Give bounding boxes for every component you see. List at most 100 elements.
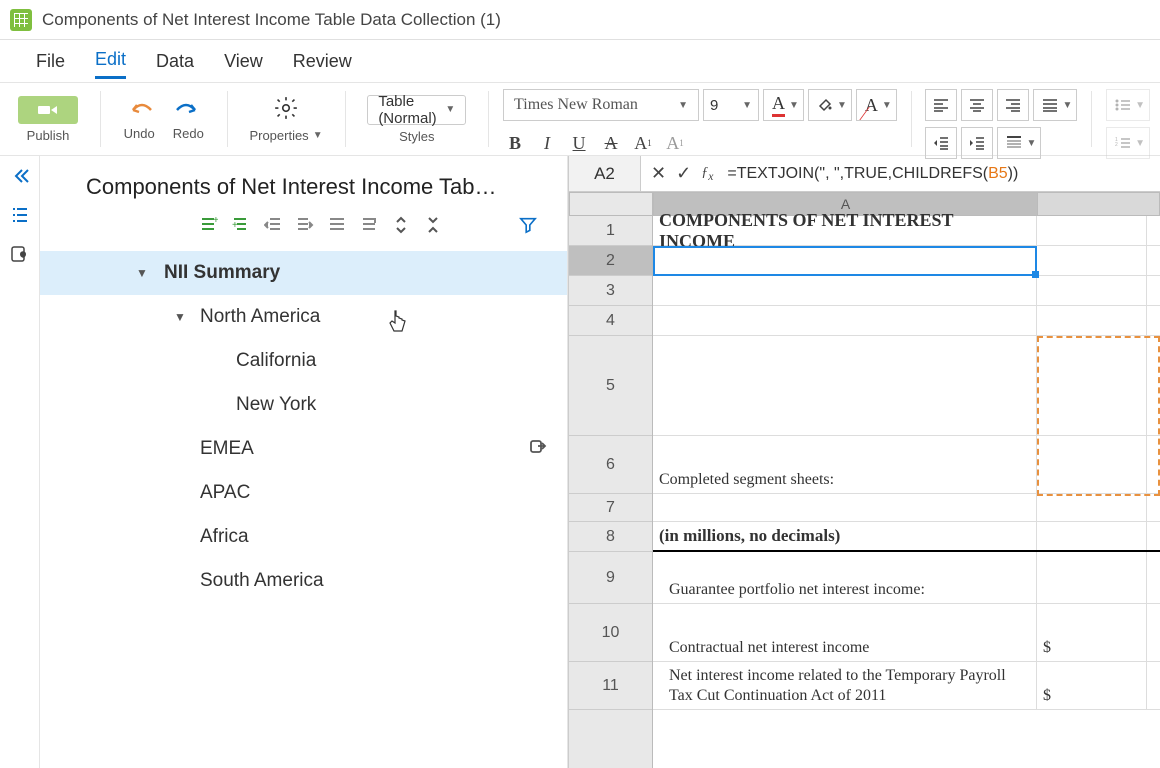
fx-icon[interactable]: ƒx bbox=[701, 165, 713, 183]
menu-edit[interactable]: Edit bbox=[95, 43, 126, 79]
row-header-6[interactable]: 6 bbox=[569, 436, 652, 494]
font-size-dropdown[interactable]: 9▼ bbox=[703, 89, 759, 121]
cell-a9[interactable]: Guarantee portfolio net interest income: bbox=[653, 552, 1037, 603]
italic-button[interactable]: I bbox=[535, 131, 559, 155]
formula-input[interactable]: =TEXTJOIN(", ",TRUE,CHILDREFS(B5)) bbox=[723, 165, 1018, 183]
caret-down-icon[interactable]: ▼ bbox=[174, 310, 186, 324]
menu-view[interactable]: View bbox=[224, 45, 263, 78]
cell-a3[interactable] bbox=[653, 276, 1037, 305]
cell-a2[interactable] bbox=[653, 246, 1037, 275]
publish-button[interactable] bbox=[18, 96, 78, 124]
collapse-rail-button[interactable] bbox=[10, 166, 30, 189]
grid[interactable]: A 1 2 3 4 5 6 7 8 9 10 11 COMPONENTS OF … bbox=[569, 192, 1160, 768]
tree-node-california[interactable]: California bbox=[40, 339, 567, 383]
align-left-button[interactable] bbox=[925, 89, 957, 121]
tree-node-emea[interactable]: EMEA bbox=[40, 427, 567, 471]
align-justify-button[interactable]: ▼ bbox=[1033, 89, 1077, 121]
collapse-all-button[interactable] bbox=[424, 216, 442, 237]
row-header-9[interactable]: 9 bbox=[569, 552, 652, 604]
align-right-button[interactable] bbox=[997, 89, 1029, 121]
tree-node-south-america[interactable]: South America bbox=[40, 559, 567, 603]
cell-a10[interactable]: Contractual net interest income bbox=[653, 604, 1037, 661]
redo-button[interactable] bbox=[167, 98, 205, 122]
cell-b4[interactable] bbox=[1037, 306, 1147, 335]
tree-node-nii-summary[interactable]: ▼ NII Summary bbox=[40, 251, 567, 295]
export-icon[interactable] bbox=[529, 437, 547, 461]
undo-redo-group: Undo Redo bbox=[115, 83, 213, 155]
row-header-7[interactable]: 7 bbox=[569, 494, 652, 522]
cell-a11[interactable]: Net interest income related to the Tempo… bbox=[653, 662, 1037, 709]
cell-a5[interactable] bbox=[653, 336, 1037, 435]
cell-b5[interactable] bbox=[1037, 336, 1147, 435]
row-header-5[interactable]: 5 bbox=[569, 336, 652, 436]
properties-button[interactable] bbox=[273, 95, 299, 124]
cell-b9[interactable] bbox=[1037, 552, 1147, 603]
clear-format-button[interactable]: A⁄▼ bbox=[856, 89, 897, 121]
add-section-button[interactable]: + bbox=[200, 216, 218, 237]
properties-label[interactable]: Properties▼ bbox=[249, 128, 322, 143]
add-child-button[interactable]: + bbox=[232, 216, 250, 237]
highlight-color-button[interactable]: ▼ bbox=[808, 89, 852, 121]
menu-review[interactable]: Review bbox=[293, 45, 352, 78]
cell-b1[interactable] bbox=[1037, 216, 1147, 245]
undo-button[interactable] bbox=[123, 98, 161, 122]
row-header-1[interactable]: 1 bbox=[569, 216, 652, 246]
cell-b10[interactable]: $ bbox=[1037, 604, 1147, 661]
cell-b2[interactable] bbox=[1037, 246, 1147, 275]
row-header-10[interactable]: 10 bbox=[569, 604, 652, 662]
outdent-section-button[interactable] bbox=[264, 216, 282, 237]
indent-decrease-button[interactable] bbox=[925, 127, 957, 159]
bullet-list-button[interactable]: ▼ bbox=[1106, 89, 1150, 121]
select-all-corner[interactable] bbox=[569, 192, 653, 216]
indent-increase-button[interactable] bbox=[961, 127, 993, 159]
tree-node-apac[interactable]: APAC bbox=[40, 471, 567, 515]
formula-accept-button[interactable]: ✓ bbox=[676, 163, 691, 184]
cell-b8[interactable] bbox=[1037, 522, 1147, 550]
move-up-button[interactable] bbox=[328, 216, 346, 237]
tree-label: Africa bbox=[200, 526, 249, 548]
row-header-4[interactable]: 4 bbox=[569, 306, 652, 336]
superscript-button[interactable]: A1 bbox=[631, 131, 655, 155]
align-left-icon bbox=[933, 98, 949, 112]
valign-button[interactable]: ▼ bbox=[997, 127, 1041, 159]
tree-node-north-america[interactable]: ▼ North America bbox=[40, 295, 567, 339]
filter-button[interactable] bbox=[519, 216, 537, 237]
menu-file[interactable]: File bbox=[36, 45, 65, 78]
bold-button[interactable]: B bbox=[503, 131, 527, 155]
valign-top-icon bbox=[1006, 136, 1022, 150]
cell-b11[interactable]: $ bbox=[1037, 662, 1147, 709]
align-center-button[interactable] bbox=[961, 89, 993, 121]
styles-dropdown[interactable]: Table (Normal)▼ bbox=[367, 95, 466, 125]
cell-a7[interactable] bbox=[653, 494, 1037, 521]
menu-data[interactable]: Data bbox=[156, 45, 194, 78]
number-list-button[interactable]: 12▼ bbox=[1106, 127, 1150, 159]
font-family-dropdown[interactable]: Times New Roman▼ bbox=[503, 89, 699, 121]
numbers-icon: 12 bbox=[1115, 136, 1131, 150]
document-title[interactable]: Components of Net Interest Income Table … bbox=[42, 10, 501, 30]
tree-node-africa[interactable]: Africa bbox=[40, 515, 567, 559]
cell-reference-box[interactable]: A2 bbox=[569, 156, 641, 191]
favorite-icon[interactable] bbox=[10, 244, 30, 267]
cell-a6[interactable]: Completed segment sheets: bbox=[653, 436, 1037, 493]
underline-button[interactable]: U bbox=[567, 131, 591, 155]
expand-all-button[interactable] bbox=[392, 216, 410, 237]
tree-node-new-york[interactable]: New York bbox=[40, 383, 567, 427]
cell-b7[interactable] bbox=[1037, 494, 1147, 521]
cell-a1[interactable]: COMPONENTS OF NET INTEREST INCOME bbox=[653, 216, 1037, 245]
strikethrough-button[interactable]: A bbox=[599, 131, 623, 155]
cell-a8[interactable]: (in millions, no decimals) bbox=[653, 522, 1037, 550]
outline-icon[interactable] bbox=[10, 205, 30, 228]
row-header-11[interactable]: 11 bbox=[569, 662, 652, 710]
font-color-button[interactable]: A▼ bbox=[763, 89, 804, 121]
row-header-2[interactable]: 2 bbox=[569, 246, 652, 276]
cell-b3[interactable] bbox=[1037, 276, 1147, 305]
row-header-3[interactable]: 3 bbox=[569, 276, 652, 306]
formula-cancel-button[interactable]: ✕ bbox=[651, 163, 666, 184]
caret-down-icon[interactable]: ▼ bbox=[136, 266, 148, 280]
indent-section-button[interactable] bbox=[296, 216, 314, 237]
cell-b6[interactable] bbox=[1037, 436, 1147, 493]
subscript-button[interactable]: A1 bbox=[663, 131, 687, 155]
row-header-8[interactable]: 8 bbox=[569, 522, 652, 552]
cell-a4[interactable] bbox=[653, 306, 1037, 335]
sort-button[interactable] bbox=[360, 216, 378, 237]
